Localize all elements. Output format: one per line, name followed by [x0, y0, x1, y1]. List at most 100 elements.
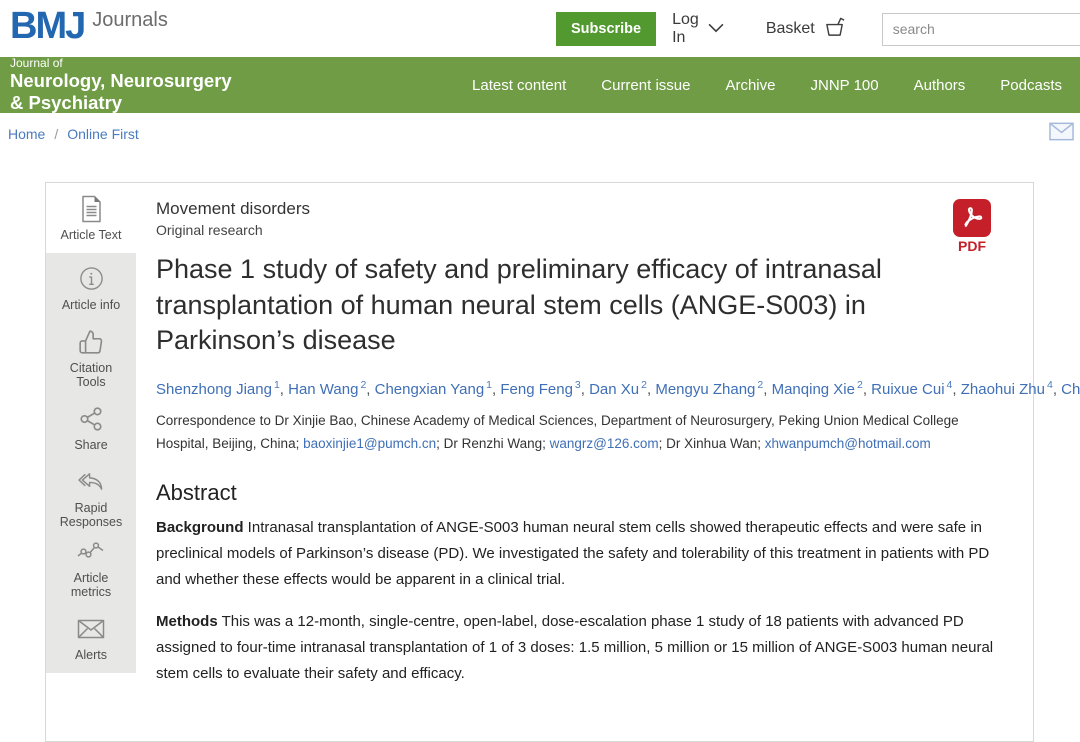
article-content: PDF Movement disorders Original research… [136, 183, 1033, 741]
search-input[interactable] [882, 13, 1080, 46]
author-link[interactable]: Mengyu Zhang [655, 381, 755, 398]
nav-item[interactable]: Archive [725, 77, 775, 94]
sidebar-tab[interactable]: Rapid Responses [46, 463, 136, 533]
sidebar-tab-label: Rapid Responses [55, 501, 127, 530]
rapid-responses-icon [77, 467, 106, 497]
alerts-icon [77, 614, 105, 644]
correspondence-text: ; Dr Renzhi Wang; [436, 436, 550, 451]
author: Ruixue Cui4, [871, 381, 961, 398]
basket-button[interactable]: Basket [766, 15, 848, 43]
basket-icon [823, 15, 848, 43]
correspondence: Correspondence to Dr Xinjie Bao, Chinese… [156, 410, 1013, 456]
article-title: Phase 1 study of safety and preliminary … [156, 252, 956, 359]
sidebar-tab-label: Citation Tools [55, 361, 127, 390]
author-link[interactable]: Shenzhong Jiang [156, 381, 272, 398]
sidebar-tab-label: Article Text [61, 228, 122, 242]
author-separator: , [863, 381, 871, 398]
paragraph-label: Methods [156, 613, 218, 630]
share-icon [78, 404, 104, 434]
sidebar-tab[interactable]: Article Text [46, 183, 136, 253]
breadcrumb-online-first[interactable]: Online First [67, 126, 139, 142]
author: Manqing Xie2, [772, 381, 872, 398]
sidebar-tab[interactable]: Article info [46, 253, 136, 323]
author-list: Shenzhong Jiang1, Han Wang2, Chengxian Y… [156, 376, 956, 403]
author: Chenhao Jia4, [1061, 381, 1080, 398]
email-link[interactable]: xhwanpumch@hotmail.com [765, 436, 931, 451]
author-separator: , [280, 381, 288, 398]
header-actions: Subscribe Log In Basket Search [556, 11, 1080, 47]
author: Han Wang2, [288, 381, 375, 398]
article-card: Article Text Article info Citation Tools… [45, 182, 1034, 742]
sidebar-tab[interactable]: Article metrics [46, 533, 136, 603]
author-link[interactable]: Chengxian Yang [375, 381, 485, 398]
author: Mengyu Zhang2, [655, 381, 771, 398]
sidebar-tab-label: Alerts [75, 648, 107, 662]
author: Shenzhong Jiang1, [156, 381, 288, 398]
nav-item[interactable]: Podcasts [1000, 77, 1062, 94]
sidebar-tab-label: Article info [62, 298, 120, 312]
logo-area: BMJ Journals [10, 4, 168, 50]
author: Chengxian Yang1, [375, 381, 501, 398]
author-link[interactable]: Feng Feng [500, 381, 573, 398]
sidebar-tab[interactable]: Share [46, 393, 136, 463]
top-header: BMJ Journals Subscribe Log In Basket Sea… [0, 0, 1080, 57]
email-icon[interactable] [1049, 122, 1074, 146]
article-subsection: Original research [156, 222, 1013, 238]
chevron-down-icon [708, 20, 724, 38]
logo-journals-text: Journals [92, 9, 168, 50]
sidebar: Article Text Article info Citation Tools… [46, 183, 136, 741]
breadcrumb: Home / Online First [0, 113, 1080, 155]
correspondence-part: wangrz@126.com [550, 436, 659, 451]
author: Feng Feng3, [500, 381, 589, 398]
sidebar-tab-label: Share [74, 438, 107, 452]
basket-label: Basket [766, 20, 815, 38]
article-text-icon [79, 194, 104, 224]
author-separator: , [952, 381, 960, 398]
correspondence-part: xhwanpumch@hotmail.com [765, 436, 931, 451]
correspondence-part: ; Dr Xinhua Wan; [659, 436, 765, 451]
author-link[interactable]: Chenhao Jia [1061, 381, 1080, 398]
breadcrumb-home[interactable]: Home [8, 126, 45, 142]
correspondence-text: ; Dr Xinhua Wan; [659, 436, 765, 451]
author-link[interactable]: Zhaohui Zhu [961, 381, 1045, 398]
nav-item[interactable]: Current issue [601, 77, 690, 94]
abstract-paragraphs: Background Intranasal transplantation of… [156, 515, 1013, 688]
citation-tools-icon [78, 327, 104, 357]
nav-item[interactable]: Authors [914, 77, 966, 94]
pdf-download[interactable]: PDF [949, 199, 995, 254]
login-label: Log In [672, 11, 699, 47]
journal-navbar: Journal of Neurology, Neurosurgery & Psy… [0, 57, 1080, 113]
author-separator: , [1053, 381, 1061, 398]
nav-links: Latest content Current issue Archive JNNP 1… [472, 77, 1070, 94]
author-link[interactable]: Manqing Xie [772, 381, 855, 398]
journal-name-line2: & Psychiatry [10, 92, 232, 114]
abstract-paragraph: Background Intranasal transplantation of… [156, 515, 1004, 594]
author-link[interactable]: Dan Xu [589, 381, 639, 398]
abstract-paragraph: Methods This was a 12-month, single-cent… [156, 609, 1004, 688]
paragraph-label: Background [156, 519, 244, 536]
email-link[interactable]: baoxinjie1@pumch.cn [303, 436, 436, 451]
subscribe-button[interactable]: Subscribe [556, 12, 656, 46]
journal-title-link[interactable]: Journal of Neurology, Neurosurgery & Psy… [10, 56, 232, 115]
author-separator: , [763, 381, 771, 398]
author: Zhaohui Zhu4, [961, 381, 1061, 398]
correspondence-part: ; Dr Renzhi Wang; [436, 436, 550, 451]
pdf-label: PDF [949, 238, 995, 254]
article-info-icon [78, 264, 105, 294]
sidebar-tab[interactable]: Alerts [46, 603, 136, 673]
article-section: Movement disorders [156, 199, 1013, 219]
sidebar-tab-label: Article metrics [55, 571, 127, 600]
author-link[interactable]: Han Wang [288, 381, 358, 398]
article-metrics-icon [77, 537, 105, 567]
nav-item[interactable]: JNNP 100 [811, 77, 879, 94]
journal-prefix: Journal of [10, 56, 232, 70]
bmj-logo[interactable]: BMJ [10, 4, 84, 50]
login-menu[interactable]: Log In [672, 11, 724, 47]
author-link[interactable]: Ruixue Cui [871, 381, 944, 398]
breadcrumb-separator: / [54, 126, 58, 142]
email-link[interactable]: wangrz@126.com [550, 436, 659, 451]
sidebar-tab[interactable]: Citation Tools [46, 323, 136, 393]
nav-item[interactable]: Latest content [472, 77, 566, 94]
author-separator: , [581, 381, 589, 398]
correspondence-part: baoxinjie1@pumch.cn [303, 436, 436, 451]
